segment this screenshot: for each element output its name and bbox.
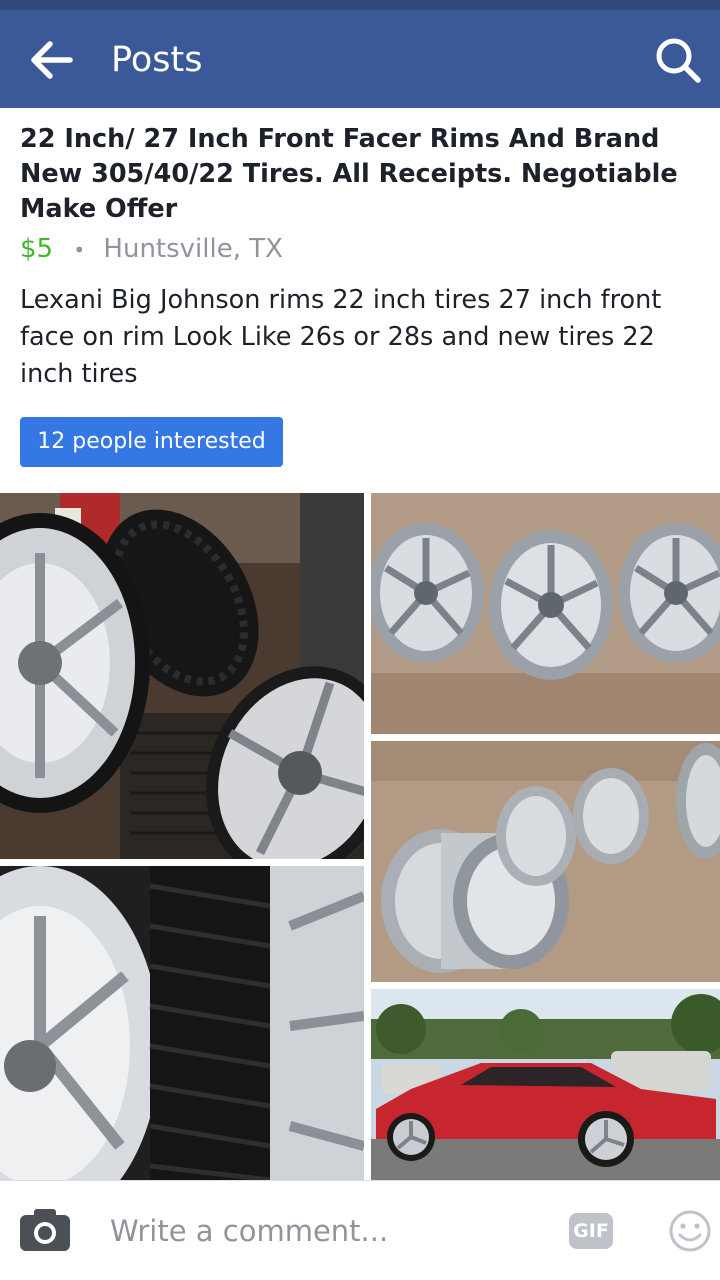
page-title: Posts [111, 40, 203, 80]
post-meta: $5 • Huntsville, TX [20, 230, 283, 268]
post-title: 22 Inch/ 27 Inch Front Facer Rims And Br… [20, 124, 678, 224]
emoji-button[interactable] [668, 1209, 712, 1253]
meta-separator: • [73, 238, 86, 262]
gif-button[interactable]: GIF [569, 1213, 613, 1249]
arrow-left-icon [31, 41, 73, 79]
search-icon [656, 38, 701, 83]
app-bar: Posts [0, 10, 720, 108]
interested-button[interactable]: 12 people interested [20, 417, 283, 467]
photo-rims-with-tires-in-shop[interactable] [0, 493, 364, 859]
post-description: Lexani Big Johnson rims 22 inch tires 27… [20, 285, 662, 389]
search-button[interactable] [652, 34, 704, 86]
price: $5 [20, 234, 54, 264]
status-strip [0, 0, 720, 10]
comment-input[interactable]: Write a comment... [110, 1209, 540, 1253]
location[interactable]: Huntsville, TX [103, 234, 283, 264]
photo-three-rims-on-ground[interactable] [371, 493, 720, 734]
smiley-icon [669, 1210, 711, 1252]
back-button[interactable] [24, 38, 80, 82]
photo-red-car-with-rims[interactable] [371, 989, 720, 1180]
camera-icon [20, 1209, 70, 1251]
comment-bar: Write a comment... GIF [0, 1180, 720, 1280]
camera-button[interactable] [18, 1207, 72, 1253]
photo-tire-closeup[interactable] [0, 866, 364, 1180]
photo-rims-side-view[interactable] [371, 741, 720, 982]
